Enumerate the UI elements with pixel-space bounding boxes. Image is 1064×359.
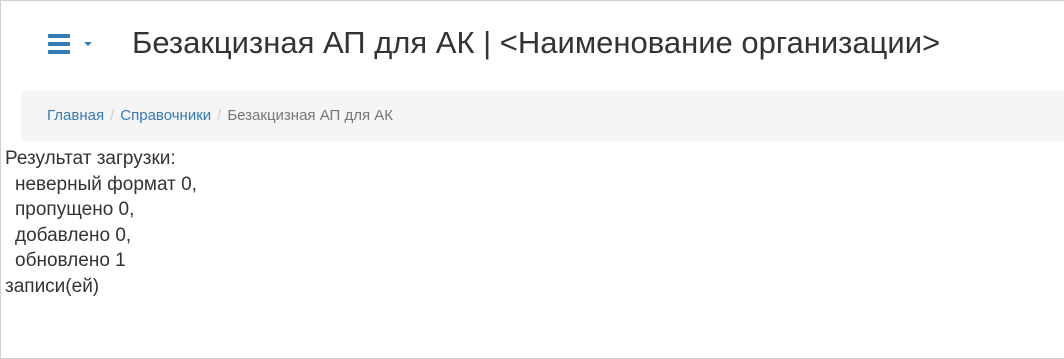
menu-toggle-button[interactable] xyxy=(44,28,104,62)
breadcrumb-item-current: Безакцизная АП для АК xyxy=(227,107,394,124)
breadcrumb-separator: / xyxy=(110,107,115,124)
page-frame: Безакцизная АП для АК | <Наименование ор… xyxy=(0,0,1064,359)
page-title: Безакцизная АП для АК | <Наименование ор… xyxy=(132,25,941,60)
upload-result: Результат загрузки: неверный формат 0, про… xyxy=(5,146,197,299)
result-heading: Результат загрузки: xyxy=(5,148,176,169)
result-line-invalid-format: неверный формат 0, xyxy=(15,173,197,195)
result-footer: записи(ей) xyxy=(5,275,100,297)
breadcrumb-item-home[interactable]: Главная xyxy=(47,107,104,124)
page-header: Безакцизная АП для АК | <Наименование ор… xyxy=(1,1,1064,87)
breadcrumb: Главная / Справочники / Безакцизная АП для А… xyxy=(21,91,1064,141)
result-line-updated: обновлено 1 xyxy=(15,250,126,271)
breadcrumb-separator: / xyxy=(217,107,222,124)
breadcrumb-item-directories[interactable]: Справочники xyxy=(120,107,211,124)
result-line-added: добавлено 0, xyxy=(15,224,132,246)
result-line-skipped: пропущено 0, xyxy=(15,199,135,220)
hamburger-icon xyxy=(48,34,70,54)
caret-down-icon xyxy=(84,42,92,46)
